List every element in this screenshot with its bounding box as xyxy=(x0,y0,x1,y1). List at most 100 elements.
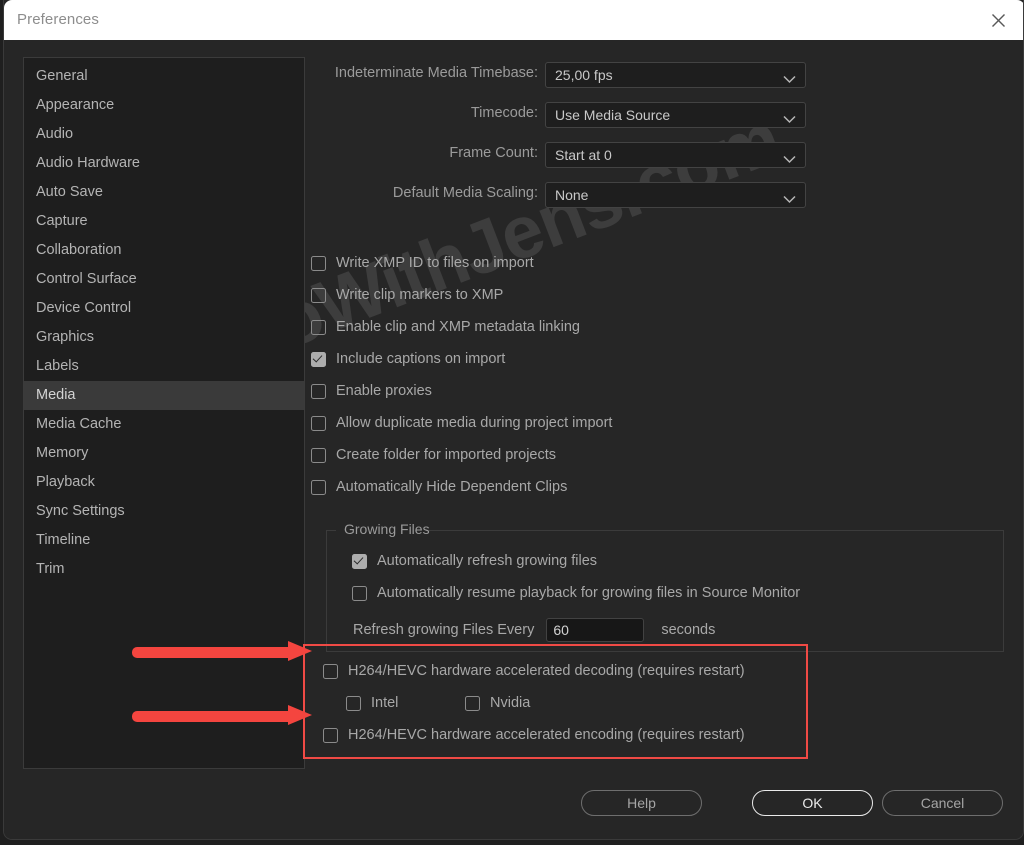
dropdown-value: 25,00 fps xyxy=(555,67,613,83)
checkbox-write-clip-markers-to-xmp-row[interactable]: Write clip markers to XMP xyxy=(311,284,503,306)
media-settings-pane: Indeterminate Media Timebase: 25,00 fps Ti… xyxy=(303,57,1005,769)
checkbox-write-clip-markers-to-xmp-checkbox[interactable] xyxy=(311,287,326,303)
checkbox-enable-clip-and-xmp-metadata-linking-label: Enable clip and XMP metadata linking xyxy=(336,319,580,335)
checkbox-automatically-hide-dependent-clips-row[interactable]: Automatically Hide Dependent Clips xyxy=(311,476,567,498)
sidebar-item-trim[interactable]: Trim xyxy=(24,555,304,584)
hw-vendor-nvidia-row[interactable]: Nvidia xyxy=(465,692,530,714)
checkbox-enable-proxies-label: Enable proxies xyxy=(336,383,432,399)
refresh-interval-row: Refresh growing Files Every seconds xyxy=(353,618,715,642)
dialog-footer: Help OK Cancel xyxy=(4,790,1023,839)
sidebar-item-control-surface[interactable]: Control Surface xyxy=(24,265,304,294)
checkbox-write-xmp-id-to-files-on-import-label: Write XMP ID to files on import xyxy=(336,255,534,271)
chevron-down-icon xyxy=(783,191,796,209)
field-row: Indeterminate Media Timebase: 25,00 fps xyxy=(305,62,1005,88)
checkbox-write-clip-markers-to-xmp-label: Write clip markers to XMP xyxy=(336,287,504,303)
checkbox-write-xmp-id-to-files-on-import-checkbox[interactable] xyxy=(311,255,326,271)
sidebar-item-auto-save[interactable]: Auto Save xyxy=(24,178,304,207)
sidebar-item-label: Audio Hardware xyxy=(36,155,140,171)
sidebar-item-audio[interactable]: Audio xyxy=(24,120,304,149)
hw-vendor-intel-checkbox[interactable] xyxy=(346,695,361,711)
hw-vendor-intel-row[interactable]: Intel xyxy=(346,692,398,714)
sidebar-item-device-control[interactable]: Device Control xyxy=(24,294,304,323)
annotation-arrow-encoding xyxy=(132,705,312,725)
growing-automatically-resume-playback-for-growin-row[interactable]: Automatically resume playback for growin… xyxy=(352,582,800,604)
sidebar-item-label: Appearance xyxy=(36,97,115,113)
sidebar-item-label: Control Surface xyxy=(36,271,137,287)
dropdown-value: Use Media Source xyxy=(555,107,671,123)
checkbox-allow-duplicate-media-during-project-imp-label: Allow duplicate media during project imp… xyxy=(336,415,613,431)
checkbox-include-captions-on-import-row[interactable]: Include captions on import xyxy=(311,348,505,370)
sidebar-item-labels[interactable]: Labels xyxy=(24,352,304,381)
hw-decoding-row[interactable]: H264/HEVC hardware accelerated decoding … xyxy=(323,660,745,682)
window-title: Preferences xyxy=(17,11,99,28)
dropdown-value: Start at 0 xyxy=(555,147,612,163)
sidebar-item-graphics[interactable]: Graphics xyxy=(24,323,304,352)
field-row: Frame Count: Start at 0 xyxy=(305,142,1005,168)
checkbox-write-xmp-id-to-files-on-import-row[interactable]: Write XMP ID to files on import xyxy=(311,252,534,274)
dialog-body: VideoWithJens.com General Appearance Audio… xyxy=(4,40,1023,839)
sidebar-item-label: Memory xyxy=(36,445,89,461)
hw-encoding-row[interactable]: H264/HEVC hardware accelerated encoding … xyxy=(323,724,745,746)
dropdown-value: None xyxy=(555,187,589,203)
field-label: Default Media Scaling: xyxy=(392,185,538,201)
hw-decoding-label: H264/HEVC hardware accelerated decoding … xyxy=(348,663,745,679)
category-sidebar[interactable]: General Appearance Audio Audio Hardware Auto… xyxy=(23,57,305,769)
field-label: Indeterminate Media Timebase: xyxy=(334,65,538,81)
sidebar-item-media[interactable]: Media xyxy=(24,381,304,410)
sidebar-item-label: Capture xyxy=(36,213,88,229)
checkbox-include-captions-on-import-label: Include captions on import xyxy=(336,351,506,367)
dropdown-indeterminate-media-timebase[interactable]: 25,00 fps xyxy=(545,62,806,88)
chevron-down-icon xyxy=(783,111,796,129)
preferences-window: Preferences VideoWithJens.com General App… xyxy=(3,0,1024,840)
sidebar-item-media-cache[interactable]: Media Cache xyxy=(24,410,304,439)
growing-automatically-resume-playback-for-growin-checkbox[interactable] xyxy=(352,585,367,601)
sidebar-item-playback[interactable]: Playback xyxy=(24,468,304,497)
refresh-interval-input[interactable] xyxy=(546,618,645,642)
growing-automatically-refresh-growing-files-row[interactable]: Automatically refresh growing files xyxy=(352,550,597,572)
sidebar-item-label: Auto Save xyxy=(36,184,103,200)
checkbox-allow-duplicate-media-during-project-imp-checkbox[interactable] xyxy=(311,415,326,431)
close-icon[interactable] xyxy=(975,0,1021,40)
sidebar-item-collaboration[interactable]: Collaboration xyxy=(24,236,304,265)
checkbox-enable-clip-and-xmp-metadata-linking-row[interactable]: Enable clip and XMP metadata linking xyxy=(311,316,580,338)
checkbox-enable-proxies-row[interactable]: Enable proxies xyxy=(311,380,432,402)
sidebar-item-label: Audio xyxy=(36,126,74,142)
checkbox-enable-clip-and-xmp-metadata-linking-checkbox[interactable] xyxy=(311,319,326,335)
sidebar-item-audio-hardware[interactable]: Audio Hardware xyxy=(24,149,304,178)
sidebar-item-capture[interactable]: Capture xyxy=(24,207,304,236)
checkbox-automatically-hide-dependent-clips-label: Automatically Hide Dependent Clips xyxy=(336,479,568,495)
hw-encoding-checkbox[interactable] xyxy=(323,727,338,743)
title-bar: Preferences xyxy=(4,0,1023,40)
checkbox-create-folder-for-imported-projects-checkbox[interactable] xyxy=(311,447,326,463)
growing-files-group: Growing Files Automatically refresh grow… xyxy=(326,521,1004,652)
sidebar-item-label: Trim xyxy=(36,561,65,577)
checkbox-include-captions-on-import-checkbox[interactable] xyxy=(311,351,326,367)
checkbox-create-folder-for-imported-projects-label: Create folder for imported projects xyxy=(336,447,557,463)
field-label: Timecode: xyxy=(470,105,538,121)
sidebar-item-sync-settings[interactable]: Sync Settings xyxy=(24,497,304,526)
sidebar-item-appearance[interactable]: Appearance xyxy=(24,91,304,120)
sidebar-item-timeline[interactable]: Timeline xyxy=(24,526,304,555)
ok-button[interactable]: OK xyxy=(752,790,873,816)
cancel-button[interactable]: Cancel xyxy=(882,790,1003,816)
hardware-acceleration-highlight: H264/HEVC hardware accelerated decoding … xyxy=(303,644,808,759)
dropdown-default-media-scaling[interactable]: None xyxy=(545,182,806,208)
help-button[interactable]: Help xyxy=(581,790,702,816)
checkbox-automatically-hide-dependent-clips-checkbox[interactable] xyxy=(311,479,326,495)
checkbox-enable-proxies-checkbox[interactable] xyxy=(311,383,326,399)
sidebar-item-memory[interactable]: Memory xyxy=(24,439,304,468)
hw-decoding-checkbox[interactable] xyxy=(323,663,338,679)
hw-vendor-nvidia-checkbox[interactable] xyxy=(465,695,480,711)
checkbox-allow-duplicate-media-during-project-imp-row[interactable]: Allow duplicate media during project imp… xyxy=(311,412,612,434)
growing-automatically-refresh-growing-files-label: Automatically refresh growing files xyxy=(377,553,598,569)
sidebar-item-general[interactable]: General xyxy=(24,62,304,91)
refresh-interval-unit: seconds xyxy=(661,622,716,638)
dropdown-frame-count[interactable]: Start at 0 xyxy=(545,142,806,168)
growing-automatically-refresh-growing-files-checkbox[interactable] xyxy=(352,553,367,569)
hw-vendor-intel-label: Intel xyxy=(371,695,399,711)
dropdown-timecode[interactable]: Use Media Source xyxy=(545,102,806,128)
sidebar-item-label: Playback xyxy=(36,474,95,490)
chevron-down-icon xyxy=(783,71,796,89)
checkbox-create-folder-for-imported-projects-row[interactable]: Create folder for imported projects xyxy=(311,444,556,466)
annotation-arrow-decoding xyxy=(132,641,312,661)
